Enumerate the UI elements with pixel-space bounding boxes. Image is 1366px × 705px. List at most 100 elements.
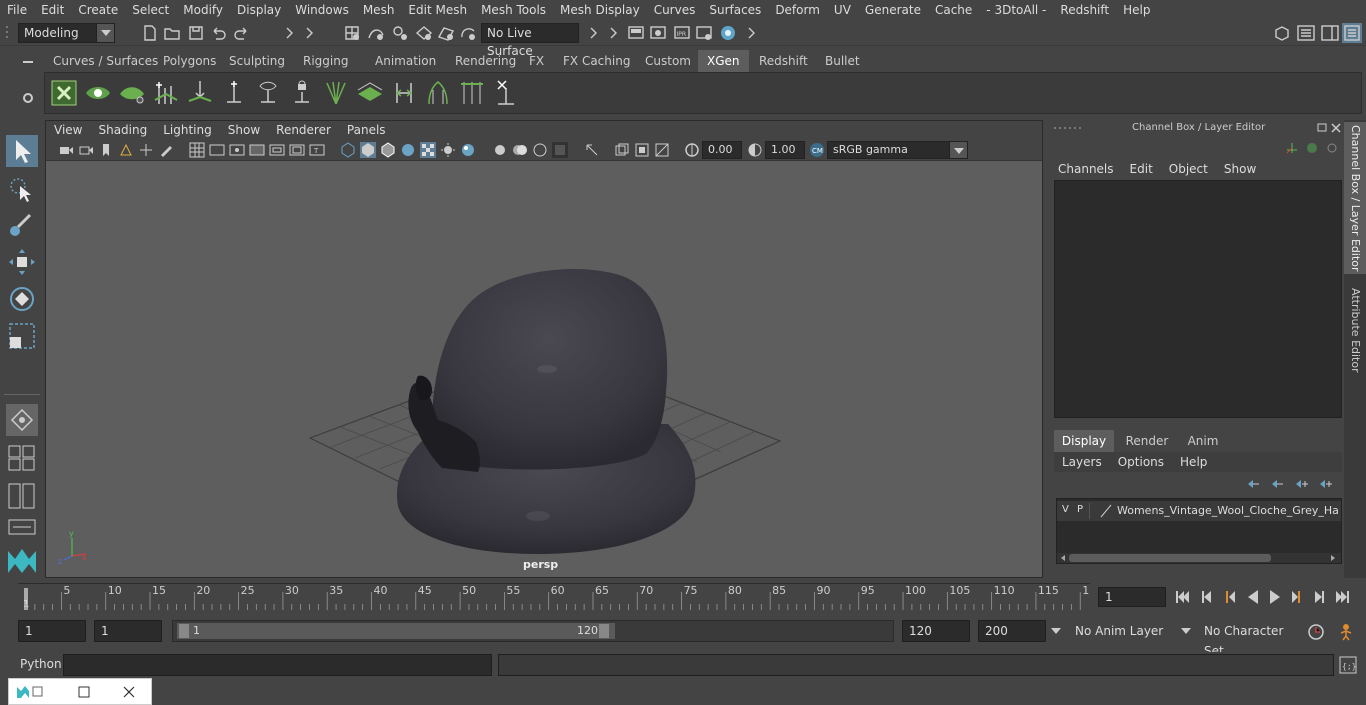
camera-attributes-icon[interactable] (78, 142, 94, 158)
menu-deform[interactable]: Deform (768, 0, 827, 20)
select-tool[interactable] (6, 135, 38, 167)
range-slider[interactable]: 1 120 (172, 620, 894, 642)
wireframe-on-shaded-icon[interactable] (380, 142, 396, 158)
xgen-guide-visibility-icon[interactable] (253, 78, 283, 108)
xgen-sculpt-guide-icon[interactable] (185, 78, 215, 108)
collapse-arrow-icon[interactable] (604, 23, 624, 43)
viewport-3d-scene[interactable]: x y z (46, 162, 1042, 577)
channel-menu-channels[interactable]: Channels (1050, 160, 1122, 178)
tab-custom[interactable]: Custom (636, 50, 700, 72)
wireframe-icon[interactable] (340, 142, 356, 158)
xray-select-icon[interactable] (584, 142, 600, 158)
ipr-render-icon[interactable]: IPR (672, 23, 692, 43)
viewport-menu-show[interactable]: Show (220, 121, 268, 139)
layer-name[interactable]: Womens_Vintage_Wool_Cloche_Grey_Hat_( (1117, 504, 1339, 517)
menu-mesh[interactable]: Mesh (356, 0, 402, 20)
menu-curves[interactable]: Curves (647, 0, 703, 20)
field-chart-icon[interactable] (269, 142, 285, 158)
tab-xgen[interactable]: XGen (698, 50, 749, 72)
animation-start-field[interactable]: 1 (18, 620, 86, 642)
channel-icon-axes[interactable] (1284, 140, 1300, 156)
play-backwards-icon[interactable] (1248, 590, 1258, 604)
move-layer-up-icon[interactable] (1248, 480, 1259, 488)
snap-surface-icon[interactable] (436, 23, 456, 43)
float-panel-icon[interactable] (1316, 122, 1328, 134)
auto-key-icon[interactable] (1306, 622, 1326, 642)
viewport-menu-shading[interactable]: Shading (90, 121, 155, 139)
chevron-down-icon[interactable] (1050, 626, 1062, 636)
snap-point-icon[interactable] (390, 23, 410, 43)
xgen-preview-icon[interactable] (83, 78, 113, 108)
layer-menu-options[interactable]: Options (1110, 452, 1172, 472)
gamma-icon[interactable] (747, 142, 763, 158)
channel-menu-show[interactable]: Show (1216, 160, 1264, 178)
scroll-right-icon[interactable] (1329, 554, 1337, 562)
channel-icon-pin[interactable] (1324, 140, 1340, 156)
layer-visibility-toggle[interactable]: V (1062, 504, 1069, 515)
tab-curves-surfaces[interactable]: Curves / Surfaces (44, 50, 167, 72)
range-start-handle[interactable] (179, 624, 189, 638)
maya-app-icon[interactable] (15, 684, 45, 700)
collapse-arrow-icon[interactable] (280, 23, 300, 43)
xgen-length-icon[interactable] (389, 78, 419, 108)
tab-bullet[interactable]: Bullet (816, 50, 869, 72)
play-forwards-icon[interactable] (1270, 590, 1280, 604)
minimized-window-bar[interactable] (8, 678, 152, 705)
image-plane-icon[interactable] (118, 142, 134, 158)
live-surface-field[interactable]: No Live Surface (481, 23, 579, 58)
menu-display[interactable]: Display (230, 0, 288, 20)
depth-of-field-icon[interactable] (532, 142, 548, 158)
animation-preferences-icon[interactable] (1336, 622, 1356, 642)
tab-fx[interactable]: FX (520, 50, 553, 72)
last-tool[interactable] (6, 404, 38, 436)
toggle-panels-icon[interactable] (1296, 23, 1316, 43)
layer-playback-toggle[interactable]: P (1077, 504, 1083, 515)
tab-animation[interactable]: Animation (366, 50, 445, 72)
textured-icon[interactable] (400, 142, 416, 158)
step-forward-icon[interactable] (1292, 591, 1300, 603)
scroll-left-icon[interactable] (1059, 554, 1067, 562)
smooth-shade-icon[interactable] (360, 142, 376, 158)
exposure-field[interactable]: 0.00 (702, 141, 742, 159)
character-set-selector[interactable]: No Character Set (1197, 620, 1297, 658)
film-gate-icon[interactable] (209, 142, 225, 158)
menu-edit-mesh[interactable]: Edit Mesh (401, 0, 474, 20)
menu-mesh-tools[interactable]: Mesh Tools (474, 0, 553, 20)
2d-pan-icon[interactable] (138, 142, 154, 158)
snap-grid-icon[interactable] (342, 23, 362, 43)
layer-scroll-thumb[interactable] (1069, 554, 1271, 562)
grid-icon[interactable] (189, 142, 205, 158)
xray-icon[interactable] (614, 142, 630, 158)
xray-joints-icon[interactable] (654, 142, 670, 158)
tab-fx-caching[interactable]: FX Caching (554, 50, 639, 72)
current-frame-field[interactable]: 1 (1098, 587, 1166, 607)
layer-row[interactable]: V P Womens_Vintage_Wool_Cloche_Grey_Hat_… (1057, 501, 1341, 521)
isolate-select-icon[interactable] (552, 142, 568, 158)
xgen-guide-add-icon[interactable] (219, 78, 249, 108)
redo-icon[interactable] (232, 23, 252, 43)
render-settings-icon[interactable] (694, 23, 714, 43)
layer-menu-layers[interactable]: Layers (1054, 452, 1110, 472)
time-slider[interactable]: 1 51015202530354045505560657075808590951… (18, 583, 1090, 611)
bookmark-icon[interactable] (98, 142, 114, 158)
layer-tab-display[interactable]: Display (1054, 430, 1114, 452)
tab-redshift[interactable]: Redshift (750, 50, 817, 72)
menu-edit[interactable]: Edit (34, 0, 71, 20)
collapse-arrow-icon[interactable] (742, 23, 762, 43)
new-scene-icon[interactable] (140, 23, 160, 43)
xgen-create-description-icon[interactable] (117, 78, 147, 108)
chevron-down-icon[interactable] (1180, 626, 1192, 636)
open-scene-icon[interactable] (162, 23, 182, 43)
layer-tab-anim[interactable]: Anim (1178, 430, 1228, 452)
channel-menu-edit[interactable]: Edit (1122, 160, 1161, 178)
viewport-menu-panels[interactable]: Panels (339, 121, 394, 139)
viewport-menu-lighting[interactable]: Lighting (155, 121, 220, 139)
step-back-icon[interactable] (1226, 591, 1235, 603)
layer-type-toggle[interactable] (1089, 503, 1099, 519)
script-editor-icon[interactable]: {;} (1338, 655, 1358, 675)
render-frame-icon[interactable] (648, 23, 668, 43)
hypershade-icon[interactable] (718, 23, 738, 43)
menu-select[interactable]: Select (125, 0, 176, 20)
collapse-arrow-icon[interactable] (300, 23, 320, 43)
playback-end-field[interactable]: 120 (902, 620, 970, 642)
